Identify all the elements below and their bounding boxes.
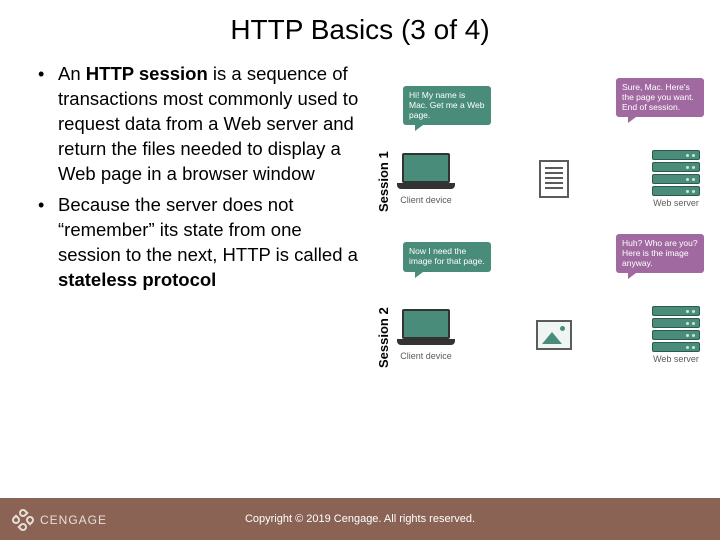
bullet-text-column: An HTTP session is a sequence of transac… — [36, 62, 366, 398]
bullet-text-pre: Because the server does not “remember” i… — [58, 194, 358, 265]
session-row-content: Now I need the image for that page. Huh?… — [397, 278, 700, 364]
client-speech-bubble: Hi! My name is Mac. Get me a Web page. — [403, 86, 491, 125]
footer-bar: CENGAGE Copyright © 2019 Cengage. All ri… — [0, 498, 720, 540]
server-icon — [652, 150, 700, 196]
client-caption: Client device — [400, 351, 452, 361]
server-speech-bubble: Huh? Who are you? Here is the image anyw… — [616, 234, 704, 273]
session-label: Session 1 — [376, 137, 391, 227]
bullet-item: Because the server does not “remember” i… — [36, 193, 366, 293]
payload-icon-wrap — [471, 160, 636, 198]
client-device: Client device — [397, 153, 455, 205]
client-device: Client device — [397, 309, 455, 361]
brand-logo: CENGAGE — [12, 509, 107, 531]
session-row-2: Session 2 Now I need the image for that … — [376, 278, 700, 398]
bullet-text-bold: HTTP session — [86, 63, 208, 84]
content-area: An HTTP session is a sequence of transac… — [0, 52, 720, 398]
session-row-content: Hi! My name is Mac. Get me a Web page. S… — [397, 122, 700, 208]
payload-icon-wrap — [471, 320, 636, 350]
image-icon — [536, 320, 572, 350]
web-server: Web server — [652, 306, 700, 364]
slide-title: HTTP Basics (3 of 4) — [0, 0, 720, 52]
laptop-icon — [397, 309, 455, 349]
session-diagram: Session 1 Hi! My name is Mac. Get me a W… — [366, 62, 700, 398]
session-row-1: Session 1 Hi! My name is Mac. Get me a W… — [376, 122, 700, 242]
bullet-text-bold: stateless protocol — [58, 269, 216, 290]
bullet-text-pre: An — [58, 63, 86, 84]
session-label: Session 2 — [376, 293, 391, 383]
web-server: Web server — [652, 150, 700, 208]
bullet-item: An HTTP session is a sequence of transac… — [36, 62, 366, 187]
document-icon — [539, 160, 569, 198]
client-speech-bubble: Now I need the image for that page. — [403, 242, 491, 272]
laptop-icon — [397, 153, 455, 193]
server-speech-bubble: Sure, Mac. Here's the page you want. End… — [616, 78, 704, 117]
brand-logo-mark — [12, 509, 34, 531]
client-caption: Client device — [400, 195, 452, 205]
brand-logo-text: CENGAGE — [40, 513, 107, 527]
server-icon — [652, 306, 700, 352]
server-caption: Web server — [653, 198, 699, 208]
copyright-text: Copyright © 2019 Cengage. All rights res… — [245, 513, 475, 525]
server-caption: Web server — [653, 354, 699, 364]
